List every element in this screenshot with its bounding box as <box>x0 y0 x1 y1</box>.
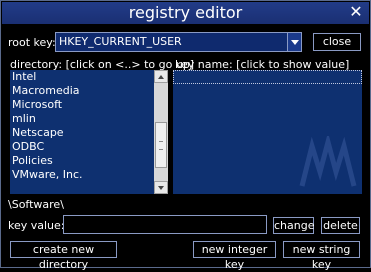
directory-item[interactable]: Policies <box>10 154 154 168</box>
key-list-focus-row[interactable] <box>173 70 362 84</box>
key-value-input[interactable] <box>63 215 267 234</box>
delete-button[interactable]: delete <box>321 217 360 234</box>
watermark-logo-icon <box>299 136 357 187</box>
scroll-up-icon[interactable] <box>154 70 168 83</box>
chevron-down-icon[interactable] <box>287 33 301 51</box>
scroll-thumb[interactable] <box>155 122 167 168</box>
key-value-label: key value: <box>8 219 65 232</box>
create-new-directory-button[interactable]: create new directory <box>10 241 117 271</box>
scroll-down-icon[interactable] <box>154 181 168 194</box>
window-title: registry editor <box>128 3 243 22</box>
registry-editor-window: registry editor ✕ root key: HKEY_CURRENT… <box>0 0 371 271</box>
root-key-select[interactable]: HKEY_CURRENT_USER <box>55 32 302 52</box>
close-button[interactable]: close <box>313 33 361 51</box>
directory-list[interactable]: Intel Macromedia Microsoft mlin Netscape… <box>10 70 154 194</box>
directory-scrollbar[interactable] <box>154 70 168 194</box>
directory-item[interactable]: ODBC <box>10 140 154 154</box>
current-path: \Software\ <box>8 198 64 211</box>
directory-item[interactable]: mlin <box>10 112 154 126</box>
root-key-value: HKEY_CURRENT_USER <box>59 35 182 48</box>
close-icon[interactable]: ✕ <box>349 4 363 20</box>
new-integer-key-button[interactable]: new integer key <box>193 241 276 271</box>
root-key-label: root key: <box>8 36 56 49</box>
directory-item[interactable]: Netscape <box>10 126 154 140</box>
title-bar[interactable]: registry editor ✕ <box>2 2 369 24</box>
directory-item[interactable]: Microsoft <box>10 98 154 112</box>
directory-item[interactable]: Intel <box>10 70 154 84</box>
directory-item[interactable]: VMware, Inc. <box>10 168 154 182</box>
change-button[interactable]: change <box>273 217 314 234</box>
key-name-list[interactable] <box>173 70 362 194</box>
directory-item[interactable]: Macromedia <box>10 84 154 98</box>
new-string-key-button[interactable]: new string key <box>283 241 360 271</box>
